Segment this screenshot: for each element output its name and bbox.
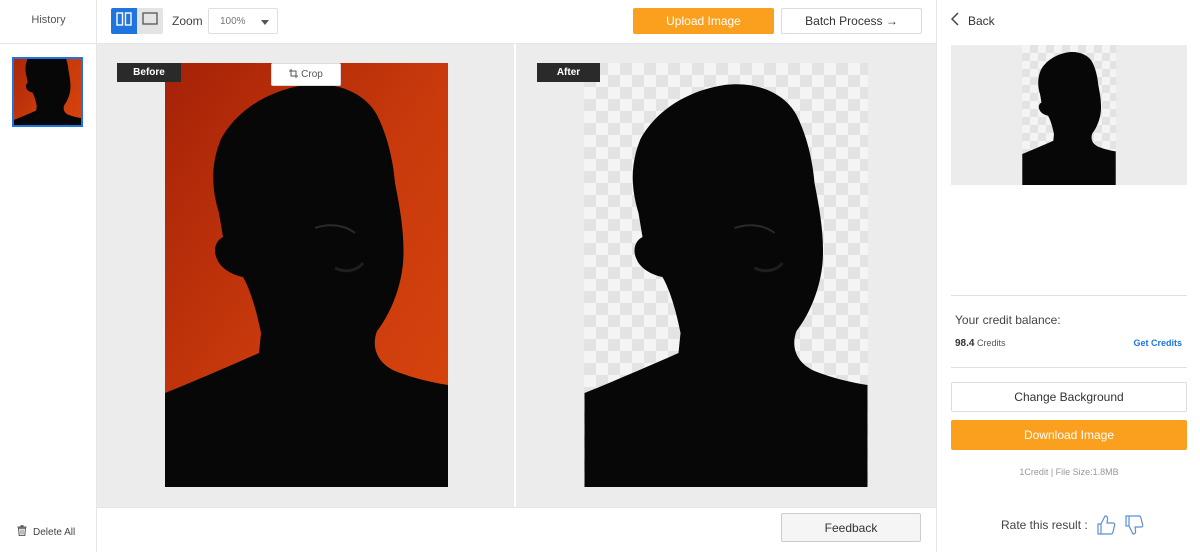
zoom-label: Zoom bbox=[172, 14, 203, 28]
credit-balance-label: Your credit balance: bbox=[955, 313, 1061, 327]
thumbs-down-icon[interactable] bbox=[1124, 514, 1144, 536]
trash-icon bbox=[17, 525, 27, 539]
feedback-button[interactable]: Feedback bbox=[781, 513, 921, 542]
original-image bbox=[165, 63, 448, 487]
after-tag: After bbox=[537, 63, 600, 82]
crop-label: Crop bbox=[301, 69, 323, 80]
single-view-button[interactable] bbox=[137, 8, 163, 34]
delete-all-button[interactable]: Delete All bbox=[17, 525, 75, 539]
portrait-cutout bbox=[584, 84, 868, 487]
single-view-icon bbox=[142, 12, 158, 30]
history-divider bbox=[0, 43, 97, 44]
chevron-down-icon bbox=[261, 20, 269, 25]
history-title: History bbox=[31, 14, 66, 26]
view-divider bbox=[514, 44, 516, 507]
result-image bbox=[584, 63, 868, 487]
change-background-button[interactable]: Change Background bbox=[951, 382, 1187, 412]
result-preview-image bbox=[1022, 45, 1116, 185]
upload-image-button[interactable]: Upload Image bbox=[633, 8, 774, 34]
credit-amount: 98.4 bbox=[955, 338, 975, 349]
result-preview bbox=[951, 45, 1187, 185]
before-tag: Before bbox=[117, 63, 181, 82]
crop-icon bbox=[289, 68, 299, 81]
zoom-value: 100% bbox=[220, 16, 246, 27]
delete-all-label: Delete All bbox=[33, 526, 76, 538]
panel-divider bbox=[951, 367, 1187, 368]
rate-label: Rate this result : bbox=[1001, 518, 1088, 532]
back-button[interactable]: Back bbox=[950, 12, 995, 29]
file-info: 1Credit | File Size:1.8MB bbox=[1019, 467, 1119, 477]
batch-process-button[interactable]: Batch Process → bbox=[781, 8, 922, 34]
split-view-icon bbox=[116, 11, 132, 31]
thumbs-up-icon[interactable] bbox=[1096, 514, 1116, 536]
panel-divider bbox=[951, 295, 1187, 296]
crop-button[interactable]: Crop bbox=[271, 63, 341, 86]
portrait-thumbnail-image bbox=[14, 59, 81, 125]
credit-unit: Credits bbox=[976, 338, 1006, 348]
zoom-select[interactable]: 100% bbox=[208, 8, 278, 34]
bottom-bar: Feedback bbox=[97, 507, 936, 552]
download-image-button[interactable]: Download Image bbox=[951, 420, 1187, 450]
result-panel: Back Your credit balance: 98.4 Credits G… bbox=[936, 0, 1200, 552]
back-chevron-icon bbox=[950, 12, 959, 29]
rate-result: Rate this result : bbox=[1001, 514, 1144, 536]
history-thumbnail[interactable] bbox=[12, 57, 83, 127]
get-credits-link[interactable]: Get Credits bbox=[1133, 338, 1182, 348]
portrait-original bbox=[165, 63, 448, 487]
history-panel: History Delete All bbox=[0, 0, 97, 552]
split-view-button[interactable] bbox=[111, 8, 137, 34]
toolbar: Zoom 100% Upload Image Batch Process → bbox=[97, 0, 936, 44]
comparison-workspace: Before After Crop bbox=[97, 44, 936, 507]
portrait-preview bbox=[1022, 52, 1116, 185]
back-label: Back bbox=[968, 13, 995, 28]
credit-balance-value: 98.4 Credits bbox=[955, 338, 1006, 349]
